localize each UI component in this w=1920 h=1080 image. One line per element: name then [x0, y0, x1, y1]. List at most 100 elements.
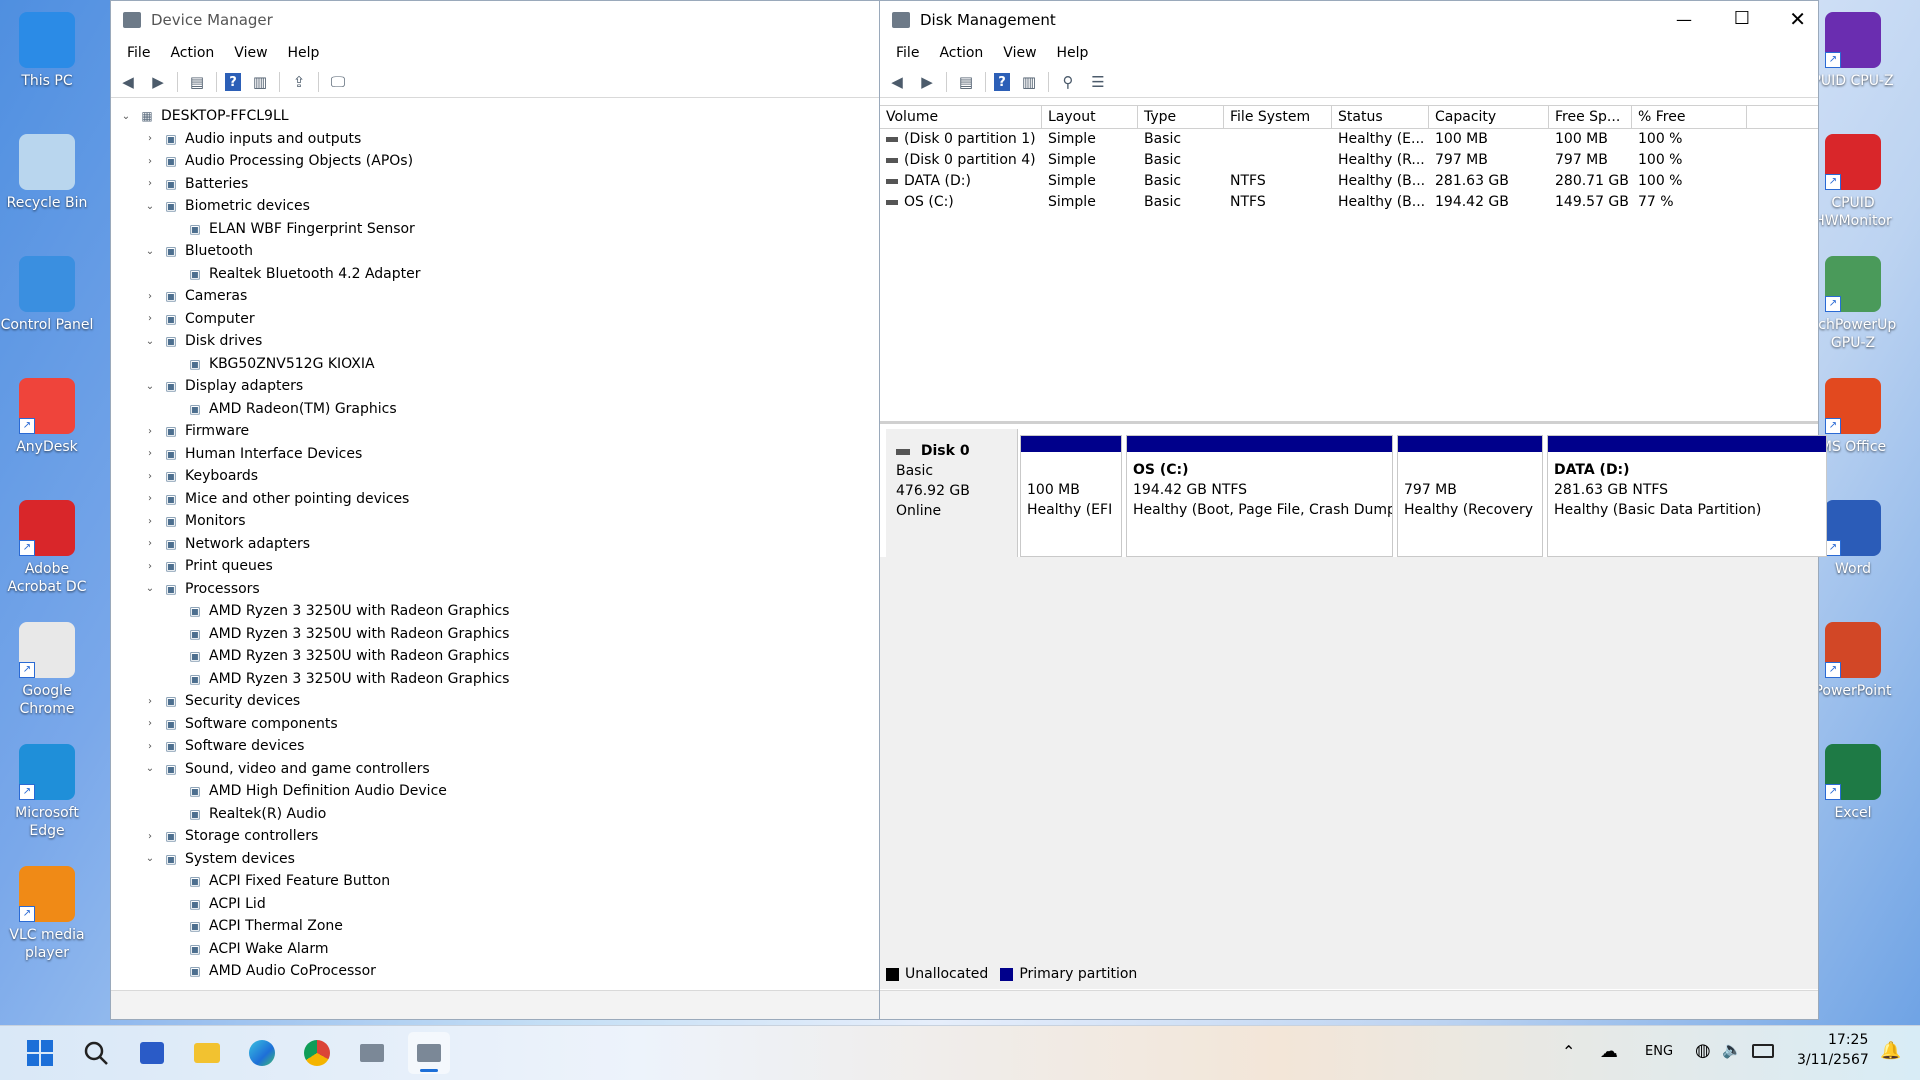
chevron-right-icon[interactable]: ›	[143, 313, 157, 324]
disk-management-titlebar[interactable]: Disk Management — ☐ ✕	[880, 1, 1818, 39]
column-header[interactable]: Status	[1332, 106, 1429, 128]
desktop-icon-powerpoint[interactable]: ↗ PowerPoint	[1806, 622, 1900, 700]
tree-device[interactable]: ▣ ACPI Lid	[111, 893, 879, 916]
globe-icon[interactable]: ◍	[1695, 1040, 1711, 1061]
chevron-down-icon[interactable]: ⌄	[143, 583, 157, 594]
table-row[interactable]: (Disk 0 partition 1) Simple Basic Healthy (…	[880, 129, 1818, 150]
chevron-down-icon[interactable]: ⌄	[143, 246, 157, 257]
chevron-right-icon[interactable]: ›	[143, 831, 157, 842]
maximize-button[interactable]: ☐	[1734, 8, 1750, 29]
tree-category[interactable]: ⌄ ▣ Processors	[111, 578, 879, 601]
partition-block[interactable]: 797 MB Healthy (Recovery	[1397, 435, 1543, 557]
chevron-right-icon[interactable]: ›	[143, 133, 157, 144]
tree-category[interactable]: › ▣ Print queues	[111, 555, 879, 578]
menu-view[interactable]: View	[224, 45, 277, 61]
tree-category[interactable]: › ▣ Software components	[111, 713, 879, 736]
desktop-icon-hwmonitor[interactable]: ↗ CPUID HWMonitor	[1806, 134, 1900, 230]
desktop-icon-acrobat[interactable]: ↗ Adobe Acrobat DC	[0, 500, 94, 596]
chevron-right-icon[interactable]: ›	[143, 516, 157, 527]
menu-action[interactable]: Action	[160, 45, 224, 61]
chevron-right-icon[interactable]: ›	[143, 448, 157, 459]
search-button[interactable]	[80, 1037, 112, 1069]
onedrive-icon[interactable]: ☁	[1600, 1041, 1618, 1062]
tree-category[interactable]: › ▣ Human Interface Devices	[111, 443, 879, 466]
chevron-down-icon[interactable]: ⌄	[143, 336, 157, 347]
tree-device[interactable]: ▣ ACPI Fixed Feature Button	[111, 870, 879, 893]
tree-category[interactable]: › ▣ Cameras	[111, 285, 879, 308]
menu-file[interactable]: File	[886, 45, 929, 61]
tree-device[interactable]: ▣ AMD Audio CoProcessor	[111, 960, 879, 983]
desktop-icon-anydesk[interactable]: ↗ AnyDesk	[0, 378, 94, 456]
forward-arrow-icon[interactable]: ▶	[916, 72, 938, 92]
chevron-down-icon[interactable]: ⌄	[119, 111, 133, 122]
edge-button[interactable]	[246, 1037, 278, 1069]
table-row[interactable]: OS (C:) Simple Basic NTFS Healthy (B... 194.4…	[880, 192, 1818, 213]
tree-category[interactable]: ⌄ ▣ Display adapters	[111, 375, 879, 398]
back-arrow-icon[interactable]: ◀	[886, 72, 908, 92]
update-driver-icon[interactable]: ⇪	[288, 72, 310, 92]
tree-category[interactable]: ⌄ ▣ Bluetooth	[111, 240, 879, 263]
desktop-icon-recycle-bin[interactable]: Recycle Bin	[0, 134, 94, 212]
chevron-right-icon[interactable]: ›	[143, 741, 157, 752]
menu-help[interactable]: Help	[1047, 45, 1099, 61]
tree-device[interactable]: ▣ ACPI Thermal Zone	[111, 915, 879, 938]
chevron-right-icon[interactable]: ›	[143, 561, 157, 572]
tree-device[interactable]: ▣ Realtek Bluetooth 4.2 Adapter	[111, 263, 879, 286]
partition-block[interactable]: OS (C:) 194.42 GB NTFS Healthy (Boot, Page…	[1126, 435, 1393, 557]
properties-icon[interactable]: ▤	[186, 72, 208, 92]
desktop-icon-monitor[interactable]: This PC	[0, 12, 94, 90]
properties-icon[interactable]: ▤	[955, 72, 977, 92]
column-header[interactable]: Volume	[880, 106, 1042, 128]
tree-category[interactable]: ⌄ ▣ System devices	[111, 848, 879, 871]
tree-root[interactable]: ⌄ ▦ DESKTOP-FFCL9LL	[111, 105, 879, 128]
device-manager-task-button[interactable]	[356, 1037, 388, 1069]
tree-category[interactable]: ⌄ ▣ Biometric devices	[111, 195, 879, 218]
help-icon[interactable]: ?	[225, 73, 241, 91]
settings-list-icon[interactable]: ☰	[1087, 72, 1109, 92]
start-button[interactable]	[24, 1037, 56, 1069]
tree-device[interactable]: ▣ ACPI Wake Alarm	[111, 938, 879, 961]
table-row[interactable]: (Disk 0 partition 4) Simple Basic Healthy (…	[880, 150, 1818, 171]
chevron-up-icon[interactable]: ⌃	[1562, 1042, 1575, 1061]
column-header[interactable]: Type	[1138, 106, 1224, 128]
desktop-icon-chrome[interactable]: ↗ Google Chrome	[0, 622, 94, 718]
help-icon[interactable]: ?	[994, 73, 1010, 91]
chevron-down-icon[interactable]: ⌄	[143, 201, 157, 212]
column-header[interactable]: Layout	[1042, 106, 1138, 128]
menu-action[interactable]: Action	[929, 45, 993, 61]
tree-device[interactable]: ▣ AMD Ryzen 3 3250U with Radeon Graphics	[111, 645, 879, 668]
tree-category[interactable]: ⌄ ▣ Sound, video and game controllers	[111, 758, 879, 781]
tree-category[interactable]: › ▣ Computer	[111, 308, 879, 331]
tree-device[interactable]: ▣ Realtek(R) Audio	[111, 803, 879, 826]
column-header[interactable]: % Free	[1632, 106, 1747, 128]
tree-device[interactable]: ▣ AMD Radeon(TM) Graphics	[111, 398, 879, 421]
tree-category[interactable]: › ▣ Software devices	[111, 735, 879, 758]
language-indicator[interactable]: ENG	[1645, 1044, 1673, 1059]
chevron-down-icon[interactable]: ⌄	[143, 853, 157, 864]
tree-category[interactable]: › ▣ Firmware	[111, 420, 879, 443]
chevron-right-icon[interactable]: ›	[143, 538, 157, 549]
tree-device[interactable]: ▣ AMD Ryzen 3 3250U with Radeon Graphics	[111, 668, 879, 691]
desktop-icon-cpuz[interactable]: ↗ PUID CPU-Z	[1806, 12, 1900, 90]
desktop-icon-control-panel[interactable]: Control Panel	[0, 256, 94, 334]
chevron-right-icon[interactable]: ›	[143, 178, 157, 189]
chevron-right-icon[interactable]: ›	[143, 426, 157, 437]
tree-device[interactable]: ▣ AMD Ryzen 3 3250U with Radeon Graphics	[111, 600, 879, 623]
device-manager-titlebar[interactable]: Device Manager	[111, 1, 879, 39]
tree-device[interactable]: ▣ ELAN WBF Fingerprint Sensor	[111, 218, 879, 241]
connect-icon[interactable]: ⚲	[1057, 72, 1079, 92]
view-icon[interactable]: ▥	[249, 72, 271, 92]
chevron-right-icon[interactable]: ›	[143, 471, 157, 482]
clock-date[interactable]: 3/11/2567	[1797, 1052, 1869, 1068]
desktop-icon-gpuz[interactable]: ↗ echPowerUp GPU-Z	[1806, 256, 1900, 352]
file-explorer-button[interactable]	[191, 1037, 223, 1069]
tree-category[interactable]: › ▣ Batteries	[111, 173, 879, 196]
tree-category[interactable]: ⌄ ▣ Disk drives	[111, 330, 879, 353]
back-arrow-icon[interactable]: ◀	[117, 72, 139, 92]
partition-block[interactable]: 100 MB Healthy (EFI	[1020, 435, 1122, 557]
disk-management-task-button[interactable]	[408, 1032, 450, 1074]
table-row[interactable]: DATA (D:) Simple Basic NTFS Healthy (B... 281…	[880, 171, 1818, 192]
menu-view[interactable]: View	[993, 45, 1046, 61]
tree-category[interactable]: › ▣ Network adapters	[111, 533, 879, 556]
view-icon[interactable]: ▥	[1018, 72, 1040, 92]
